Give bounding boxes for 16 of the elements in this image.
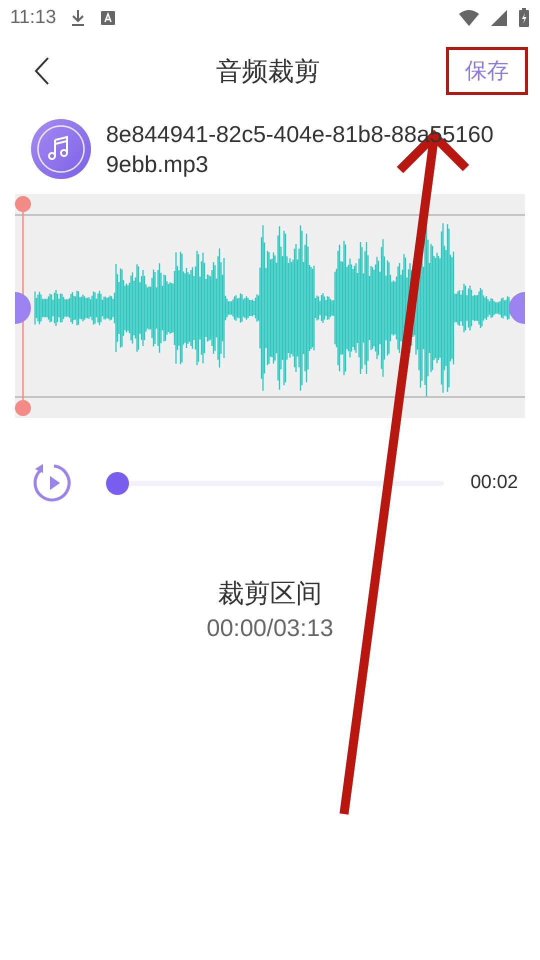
signal-icon [490,9,508,27]
download-icon [70,9,86,27]
music-file-icon [30,118,92,180]
progress-thumb[interactable] [106,472,128,494]
save-button[interactable]: 保存 [446,47,528,95]
right-handle[interactable] [509,292,525,324]
keyboard-icon [100,10,116,26]
elapsed-time: 00:02 [470,472,518,494]
back-icon[interactable] [34,57,50,85]
battery-icon [518,8,530,28]
range-label: 裁剪区间 [218,578,322,611]
left-handle[interactable] [15,292,31,324]
page-title: 音频裁剪 [216,56,320,88]
wifi-icon [458,9,480,27]
range-value: 00:00/03:13 [206,615,334,643]
status-time: 11:13 [10,7,56,29]
